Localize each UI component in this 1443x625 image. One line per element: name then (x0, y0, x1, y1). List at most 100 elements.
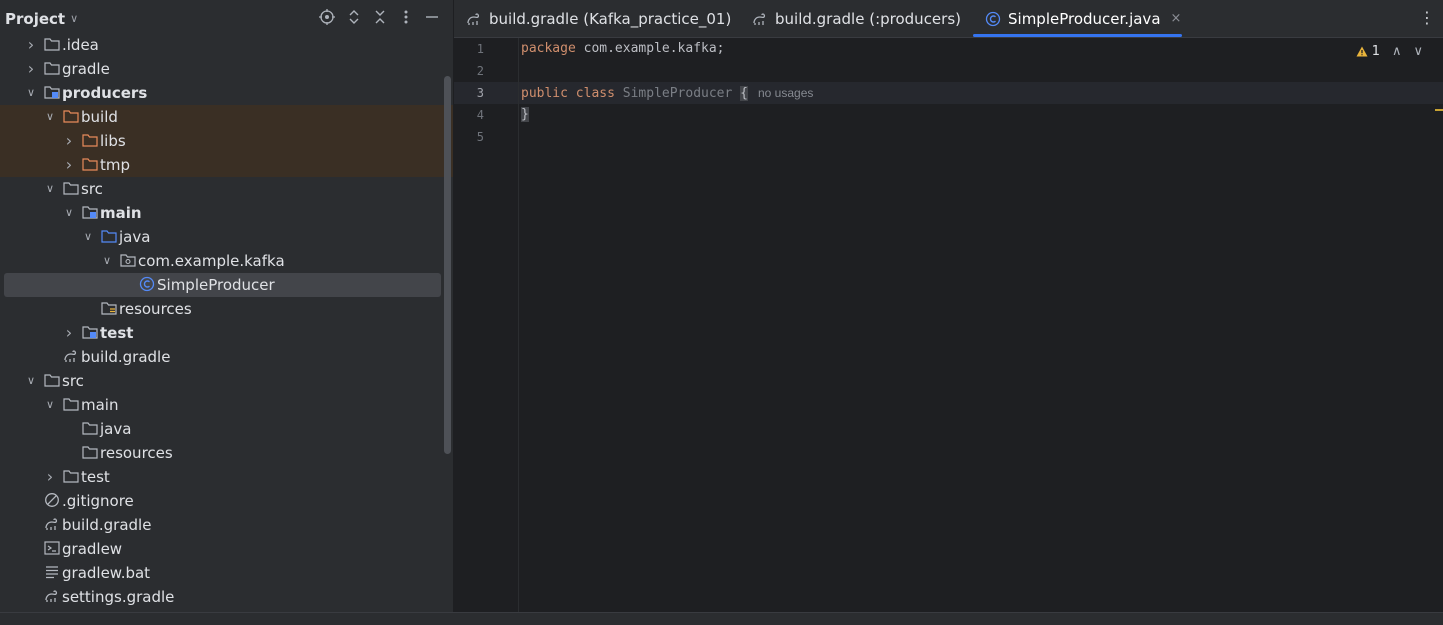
tree-item[interactable]: › test (0, 321, 453, 345)
folder-icon (82, 417, 98, 441)
chevron-right-icon[interactable]: › (25, 57, 37, 81)
tree-item[interactable]: resources (0, 441, 453, 465)
module-folder-icon (82, 201, 98, 225)
code-line-4[interactable]: } (521, 104, 529, 126)
tree-item-label: test (100, 324, 134, 342)
gradle-icon (752, 12, 770, 26)
previous-highlight-icon[interactable]: ∧ (1392, 44, 1402, 59)
tree-item-label: test (81, 468, 110, 486)
chevron-down-icon[interactable]: ∨ (25, 81, 37, 105)
tree-item[interactable]: build.gradle (0, 513, 453, 537)
more-tabs-icon[interactable]: ⋮ (1419, 8, 1435, 27)
chevron-down-icon[interactable]: ∨ (44, 105, 56, 129)
tab-build-gradle-root[interactable]: build.gradle (Kafka_practice_01) (466, 0, 731, 37)
line-number: 4 (476, 108, 484, 122)
tree-item-label: build (81, 108, 118, 126)
tree-item-label: build.gradle (81, 348, 171, 366)
close-icon[interactable]: × (1171, 11, 1182, 26)
folder-icon (63, 465, 79, 489)
tab-label: SimpleProducer.java (1008, 9, 1161, 28)
tree-item[interactable]: ∨ com.example.kafka (0, 249, 453, 273)
tree-item[interactable]: gradlew (0, 537, 453, 561)
tree-item[interactable]: settings.gradle (0, 585, 453, 609)
tree-item[interactable]: gradlew.bat (0, 561, 453, 585)
gradle-icon (63, 345, 79, 369)
tree-item[interactable]: ∨ java (0, 225, 453, 249)
tree-item[interactable]: java (0, 417, 453, 441)
tree-item[interactable]: ∨ build (0, 105, 453, 129)
tree-item[interactable]: › test (0, 465, 453, 489)
tree-item[interactable]: ∨ src (0, 369, 453, 393)
collapse-all-icon[interactable] (371, 9, 389, 27)
keyword: package (521, 41, 576, 56)
tree-item[interactable]: ∨ main (0, 393, 453, 417)
tab-simpleproducer-java[interactable]: SimpleProducer.java × (985, 0, 1181, 37)
locate-icon[interactable] (318, 9, 336, 27)
gitignore-icon (44, 489, 60, 513)
tree-item-label: settings.gradle (62, 588, 175, 606)
code-editor[interactable]: 1 2 3 4 5 package com.example.kafka; pub… (454, 38, 1443, 612)
tree-item[interactable]: › gradle (0, 57, 453, 81)
module-folder-icon (44, 81, 60, 105)
more-options-icon[interactable] (397, 9, 415, 27)
tree-scrollbar[interactable] (444, 76, 451, 454)
chevron-down-icon[interactable]: ∨ (44, 177, 56, 201)
hide-icon[interactable] (423, 9, 441, 27)
chevron-down-icon[interactable]: ∨ (101, 249, 113, 273)
usages-hint[interactable]: no usages (758, 86, 813, 100)
next-highlight-icon[interactable]: ∨ (1413, 44, 1423, 59)
tree-item-label: SimpleProducer (157, 276, 275, 294)
project-tool-window: Project ∨ › .idea › gradle ∨ producers ∨ build ›… (0, 0, 454, 612)
class-icon (139, 273, 155, 297)
tree-item[interactable]: ∨ producers (0, 81, 453, 105)
tree-item[interactable]: .gitignore (0, 489, 453, 513)
tree-item[interactable]: › tmp (0, 153, 453, 177)
chevron-right-icon[interactable]: › (25, 33, 37, 57)
source-folder-icon (101, 225, 117, 249)
excluded-folder-icon (82, 129, 98, 153)
chevron-down-icon[interactable]: ∨ (44, 393, 56, 417)
status-bar (0, 612, 1443, 625)
chevron-right-icon[interactable]: › (63, 321, 75, 345)
warning-count: 1 (1371, 44, 1380, 59)
line-number: 3 (476, 86, 484, 100)
tree-item[interactable]: ∨ src (0, 177, 453, 201)
tab-build-gradle-producers[interactable]: build.gradle (:producers) (752, 0, 961, 37)
inspection-widget[interactable]: 1 ∧ ∨ (1356, 44, 1423, 59)
project-view-selector[interactable]: Project (5, 10, 65, 28)
brace-match: } (521, 107, 529, 122)
class-icon (985, 11, 1003, 27)
tree-item-label: libs (100, 132, 126, 150)
tree-item-label: tmp (100, 156, 131, 174)
tree-item[interactable]: › libs (0, 129, 453, 153)
tree-item-label: .gitignore (62, 492, 134, 510)
resources-folder-icon (101, 297, 117, 321)
folder-icon (82, 441, 98, 465)
tree-item[interactable]: SimpleProducer (0, 273, 453, 297)
gradle-icon (44, 585, 60, 609)
line-number: 1 (476, 42, 484, 56)
tree-item[interactable]: resources (0, 297, 453, 321)
expand-all-icon[interactable] (345, 9, 363, 27)
warning-marker[interactable] (1435, 109, 1443, 111)
chevron-right-icon[interactable]: › (63, 153, 75, 177)
code-line-3[interactable]: public class SimpleProducer {no usages (521, 82, 813, 104)
chevron-right-icon[interactable]: › (63, 129, 75, 153)
tree-item-label: java (100, 420, 132, 438)
tree-item[interactable]: › .idea (0, 33, 453, 57)
chevron-down-icon[interactable]: ∨ (82, 225, 94, 249)
chevron-down-icon[interactable]: ∨ (63, 201, 75, 225)
keyword: public (521, 86, 568, 101)
gradle-icon (466, 12, 484, 26)
code-line-1[interactable]: package com.example.kafka; (521, 38, 725, 60)
tree-item[interactable]: ∨ main (0, 201, 453, 225)
chevron-down-icon[interactable]: ∨ (25, 369, 37, 393)
tree-item[interactable]: build.gradle (0, 345, 453, 369)
tree-item-label: main (81, 396, 119, 414)
tree-item-label: src (81, 180, 103, 198)
chevron-down-icon[interactable]: ∨ (70, 12, 78, 25)
warning-icon (1356, 46, 1368, 57)
module-folder-icon (82, 321, 98, 345)
chevron-right-icon[interactable]: › (44, 465, 56, 489)
tree-item-label: gradlew.bat (62, 564, 151, 582)
